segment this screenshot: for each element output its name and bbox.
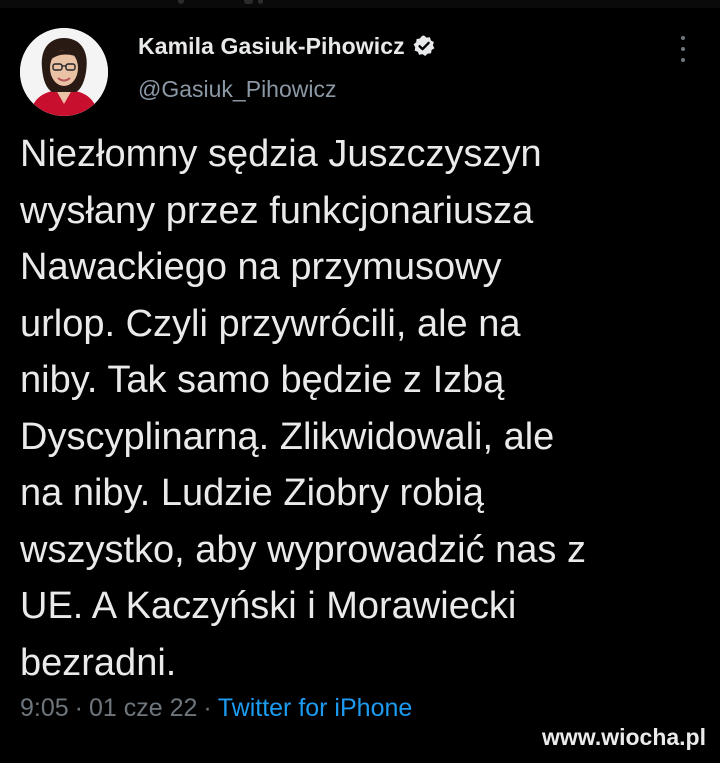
tweet-text: Niezłomny sędzia Juszczyszyn wysłany prz… <box>20 133 586 684</box>
watermark: www.wiocha.pl <box>542 724 706 750</box>
more-dot <box>681 47 685 51</box>
more-dot <box>681 58 685 62</box>
tweet-time[interactable]: 9:05 <box>20 694 69 722</box>
author-display-name[interactable]: Kamila Gasiuk-Pihowicz <box>138 33 405 60</box>
author-avatar[interactable] <box>20 28 108 116</box>
more-options-icon[interactable] <box>676 36 690 62</box>
avatar-portrait <box>20 28 108 116</box>
tweet-date[interactable]: 01 cze 22 <box>89 694 197 722</box>
cropped-glyph <box>258 0 263 4</box>
cropped-glyph <box>244 0 253 4</box>
verified-badge-icon <box>412 34 436 58</box>
more-dot <box>681 36 685 40</box>
author-handle[interactable]: @Gasiuk_Pihowicz <box>138 76 336 103</box>
cropped-glyph <box>178 0 184 4</box>
meta-separator: · <box>203 694 212 722</box>
author-name-row[interactable]: Kamila Gasiuk-Pihowicz <box>138 28 436 64</box>
top-strip <box>0 0 720 8</box>
meta-separator: · <box>74 694 83 722</box>
tweet-meta: 9:05 · 01 cze 22 · Twitter for iPhone <box>20 694 412 723</box>
tweet-source-link[interactable]: Twitter for iPhone <box>218 694 413 722</box>
